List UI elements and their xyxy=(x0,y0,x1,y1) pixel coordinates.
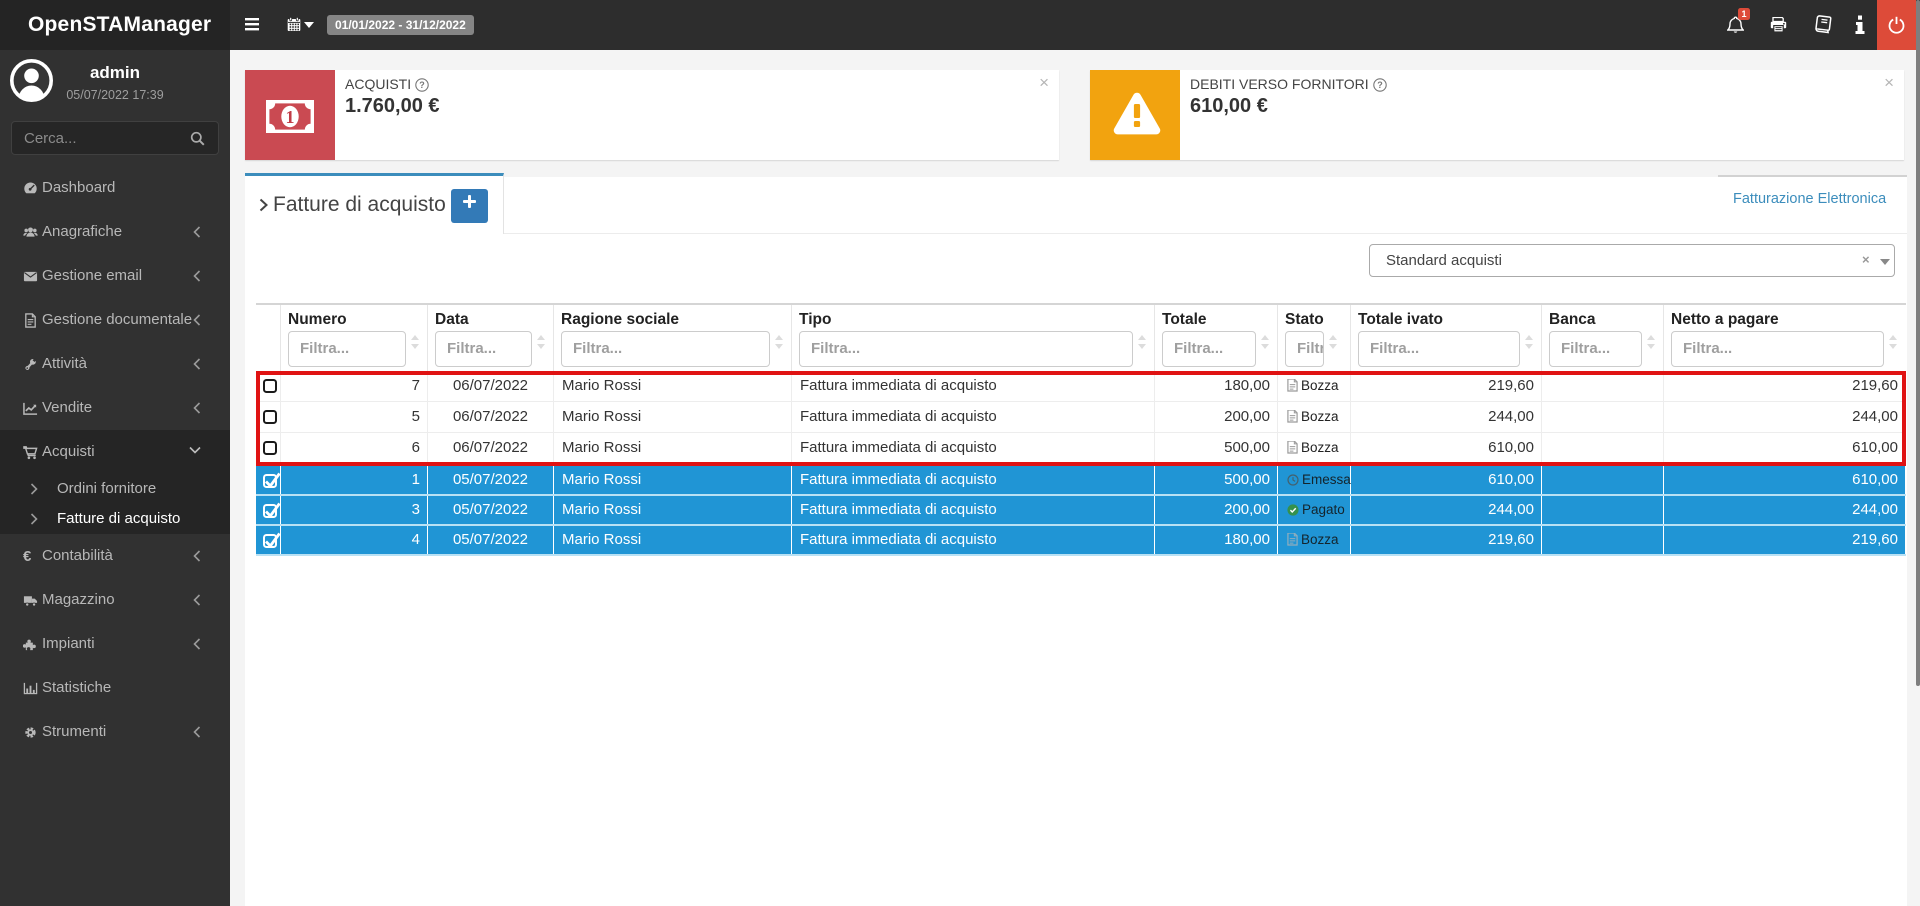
svg-text:?: ? xyxy=(419,80,425,90)
svg-text:?: ? xyxy=(1377,80,1383,90)
svg-text:1: 1 xyxy=(286,107,295,127)
